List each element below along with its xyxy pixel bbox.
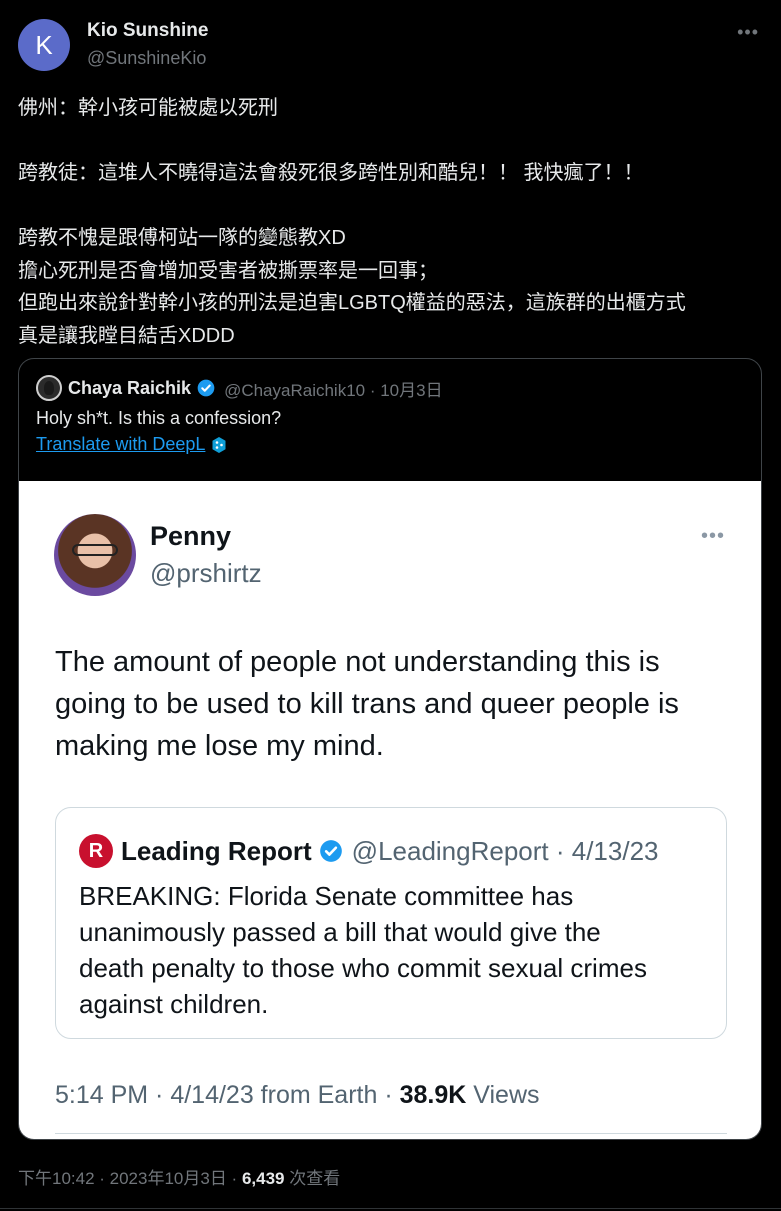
leading-report-text: BREAKING: Florida Senate committee has u…: [79, 878, 709, 1022]
tweet-footer: 下午10:42 · 2023年10月3日 · 6,439 次查看: [18, 1164, 340, 1189]
translate-label[interactable]: Translate with DeepL: [36, 434, 205, 455]
leading-report-line: death penalty to those who commit sexual…: [79, 953, 647, 983]
tweet-line: 真是讓我瞠目結舌XDDD: [18, 324, 235, 347]
quoted-tweet[interactable]: Chaya Raichik @ChayaRaichik10 · 10月3日 Ho…: [18, 358, 762, 1140]
tweet-timestamp[interactable]: 下午10:42 · 2023年10月3日 ·: [18, 1169, 242, 1188]
penny-footer: 5:14 PM · 4/14/23 from Earth · 38.9K Vie…: [55, 1081, 540, 1110]
leading-report-header: R Leading Report @LeadingReport · 4/13/2…: [79, 834, 659, 868]
tweet-line: 跨教不愧是跟傅柯站一隊的變態教XD: [18, 227, 346, 249]
author-handle[interactable]: @SunshineKio: [87, 48, 206, 69]
tweet-line: [18, 190, 768, 223]
tweet-line: [18, 125, 768, 158]
penny-line: The amount of people not understanding t…: [55, 646, 660, 678]
tweet-line: 跨教徒：這堆人不曉得這法會殺死很多跨性別和酷兒！！ 我快瘋了！！: [18, 162, 644, 184]
penny-views-label: Views: [466, 1081, 540, 1109]
quoted-avatar[interactable]: [36, 375, 62, 401]
screenshot-image[interactable]: Penny @prshirtz ••• The amount of people…: [19, 481, 761, 1139]
penny-line: making me lose my mind.: [55, 730, 384, 762]
quoted-tweet-header: Chaya Raichik @ChayaRaichik10 · 10月3日: [36, 375, 443, 401]
quoted-author-name[interactable]: Chaya Raichik: [68, 378, 191, 399]
avatar[interactable]: K: [18, 19, 70, 71]
penny-views-count: 38.9K: [399, 1081, 467, 1109]
glasses-shape: [72, 544, 118, 556]
penny-tweet-text: The amount of people not understanding t…: [55, 641, 745, 767]
author-display-name[interactable]: Kio Sunshine: [87, 20, 208, 42]
leading-report-line: BREAKING: Florida Senate committee has: [79, 881, 574, 911]
views-label: 次查看: [284, 1169, 341, 1188]
views-count: 6,439: [241, 1169, 285, 1188]
penny-footer-time: 5:14 PM · 4/14/23 from Earth ·: [55, 1081, 400, 1109]
leading-report-line: unanimously passed a bill that would giv…: [79, 917, 601, 947]
penny-avatar: [54, 514, 136, 596]
verified-badge-icon: [197, 379, 215, 397]
verified-badge-icon: [319, 840, 342, 862]
more-options-icon[interactable]: •••: [737, 22, 759, 43]
penny-handle: @prshirtz: [150, 558, 262, 588]
tweet-line: 擔心死刑是否會增加受害者被撕票率是一回事；: [18, 259, 438, 282]
tweet-line: 但跑出來說針對幹小孩的刑法是迫害LGBTQ權益的惡法，這族群的出櫃方式: [18, 292, 686, 314]
divider: [0, 1208, 781, 1209]
leading-report-quote: R Leading Report @LeadingReport · 4/13/2…: [55, 807, 727, 1039]
tweet-header: K Kio Sunshine @SunshineKio •••: [18, 18, 763, 72]
leading-report-handle-date: @LeadingReport · 4/13/23: [351, 835, 659, 866]
translate-link[interactable]: Translate with DeepL: [36, 434, 227, 455]
leading-report-line: against children.: [79, 989, 269, 1019]
tweet-text: 佛州：幹小孩可能被處以死刑 跨教徒：這堆人不曉得這法會殺死很多跨性別和酷兒！！ …: [18, 92, 768, 352]
quoted-handle-date: @ChayaRaichik10 · 10月3日: [224, 380, 443, 400]
quoted-tweet-text: Holy sh*t. Is this a confession?: [36, 408, 282, 428]
penny-more-icon: •••: [700, 525, 725, 547]
deepl-icon: [212, 436, 226, 453]
leading-report-name: Leading Report: [121, 835, 312, 866]
penny-name: Penny: [150, 521, 232, 551]
divider: [55, 1133, 727, 1134]
penny-line: going to be used to kill trans and queer…: [55, 688, 679, 720]
leading-report-logo: R: [79, 834, 113, 868]
tweet-line: 佛州：幹小孩可能被處以死刑: [18, 97, 278, 119]
